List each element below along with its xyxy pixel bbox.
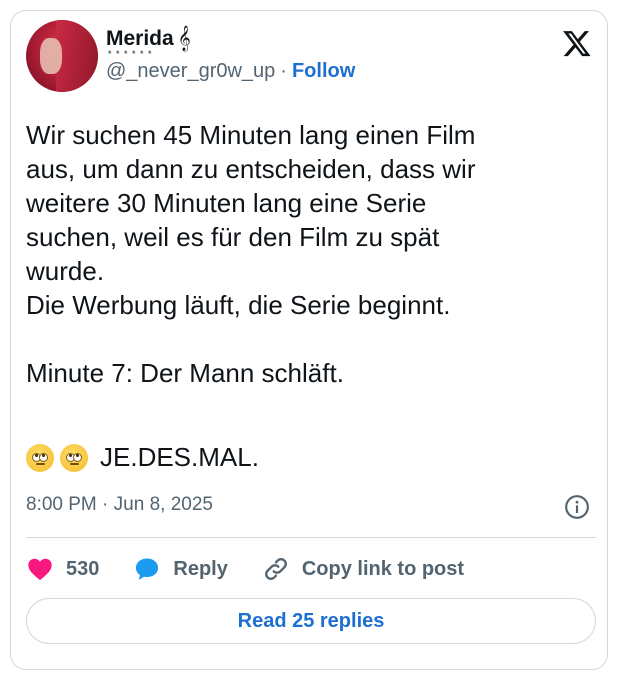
avatar-face <box>40 38 62 74</box>
copy-link-button[interactable]: Copy link to post <box>262 555 464 583</box>
reply-label: Reply <box>173 557 228 580</box>
copy-link-label: Copy link to post <box>301 557 465 580</box>
read-replies-button[interactable]: Read 25 replies <box>26 598 596 644</box>
heart-icon <box>28 558 52 581</box>
reply-button[interactable]: Reply <box>133 555 228 583</box>
tweet-text: Wir suchen 45 Minuten lang einen Film au… <box>26 120 476 388</box>
follow-button[interactable]: Follow <box>292 60 355 83</box>
treble-clef-icon: 𝄞 <box>177 26 191 51</box>
link-icon <box>264 558 287 580</box>
tweet-time: 8:00 PM <box>26 494 97 515</box>
handle-row: @_never_gr0w_up · Follow <box>106 60 355 83</box>
final-line-text: JE.DES.MAL. <box>100 442 259 472</box>
handle-separator: · <box>280 60 287 82</box>
name-decoration: * * * * * * <box>108 49 153 59</box>
tweet-final-line: JE.DES.MAL. <box>26 442 259 473</box>
avatar-hair <box>56 20 98 92</box>
tweet-timestamp[interactable]: 8:00 PM · Jun 8, 2025 <box>26 494 213 516</box>
reply-bubble-icon <box>136 558 159 580</box>
action-bar: 530 Reply Copy link to post <box>26 555 498 583</box>
info-icon[interactable] <box>564 494 590 520</box>
x-logo-icon[interactable] <box>562 28 592 58</box>
like-count: 530 <box>66 557 100 580</box>
rolling-eyes-emoji-icon <box>60 443 88 472</box>
rolling-eyes-emoji-icon <box>26 443 54 472</box>
like-button[interactable]: 530 <box>26 555 99 583</box>
timestamp-separator: · <box>102 494 109 515</box>
author-name[interactable]: Merida <box>106 27 174 51</box>
author-name-row: Merida 𝄞 <box>106 27 191 51</box>
author-handle[interactable]: @_never_gr0w_up <box>106 60 275 83</box>
divider <box>26 537 596 538</box>
tweet-date: Jun 8, 2025 <box>113 494 213 515</box>
avatar[interactable] <box>26 20 98 92</box>
